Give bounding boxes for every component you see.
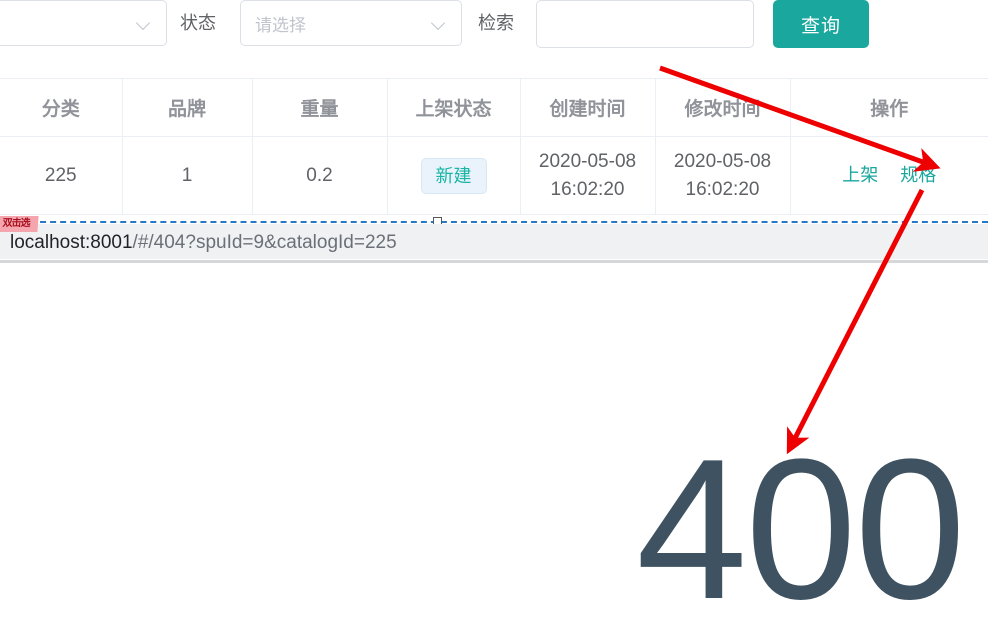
category-select-placeholder: 请选择 bbox=[0, 11, 136, 36]
cell-shelf-status: 新建 bbox=[387, 136, 521, 215]
action-shelve-link[interactable]: 上架 bbox=[842, 165, 878, 185]
status-bar-url-path: /#/404?spuId=9&catalogId=225 bbox=[132, 232, 397, 253]
chevron-down-icon bbox=[136, 15, 152, 31]
selection-dashed-line bbox=[0, 221, 988, 223]
cell-weight: 0.2 bbox=[252, 136, 388, 215]
column-header-update-time: 修改时间 bbox=[655, 78, 791, 137]
status-label: 状态 bbox=[180, 13, 216, 33]
category-select[interactable]: 请选择 bbox=[0, 0, 167, 46]
column-header-weight: 重量 bbox=[252, 78, 388, 137]
query-button[interactable]: 查询 bbox=[773, 0, 869, 48]
column-header-operations: 操作 bbox=[790, 78, 988, 137]
selection-badge: 双击选 bbox=[0, 216, 39, 232]
table-header-row: 分类 品牌 重量 上架状态 创建时间 修改时间 操作 bbox=[0, 78, 988, 137]
cell-category: 225 bbox=[0, 136, 123, 215]
chevron-down-icon bbox=[431, 15, 447, 31]
viewport-divider bbox=[0, 260, 988, 263]
status-select[interactable]: 请选择 bbox=[240, 0, 462, 46]
table-row[interactable]: 225 1 0.2 新建 2020-05-08 16:02:20 2020-05… bbox=[0, 136, 988, 215]
search-input[interactable] bbox=[536, 0, 754, 48]
column-header-shelf-status: 上架状态 bbox=[387, 78, 521, 137]
column-header-create-time: 创建时间 bbox=[520, 78, 656, 137]
cell-create-time: 2020-05-08 16:02:20 bbox=[520, 136, 656, 215]
status-badge: 新建 bbox=[420, 157, 487, 194]
column-header-brand: 品牌 bbox=[122, 78, 253, 137]
status-bar-url-host: localhost:8001 bbox=[10, 232, 133, 253]
cell-operations: 上架 规格 bbox=[790, 136, 988, 215]
status-select-placeholder: 请选择 bbox=[255, 15, 306, 35]
filter-bar: 请选择 状态 请选择 检索 查询 bbox=[0, 0, 988, 72]
product-table: 分类 品牌 重量 上架状态 创建时间 修改时间 操作 225 1 0.2 新建 bbox=[0, 78, 988, 215]
cell-update-time: 2020-05-08 16:02:20 bbox=[655, 136, 791, 215]
search-label: 检索 bbox=[478, 13, 514, 33]
page-root: 请选择 状态 请选择 检索 查询 分类 品牌 重量 上架状态 创建时间 修改时间… bbox=[0, 0, 988, 630]
error-code-text: 400 bbox=[636, 418, 966, 630]
status-bar-url: localhost:8001/#/404?spuId=9&catalogId=2… bbox=[10, 232, 397, 254]
column-header-category: 分类 bbox=[0, 78, 123, 137]
cell-brand: 1 bbox=[122, 136, 253, 215]
action-spec-link[interactable]: 规格 bbox=[900, 165, 936, 185]
